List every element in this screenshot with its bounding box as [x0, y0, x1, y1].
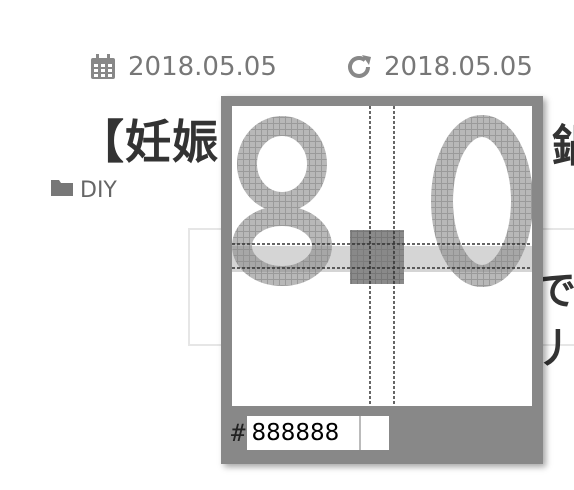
published-date-text: 2018.05.05	[128, 52, 277, 82]
refresh-icon	[344, 52, 374, 82]
category-link[interactable]: DIY	[50, 177, 117, 203]
zoom-preview	[232, 106, 532, 406]
folder-icon	[50, 177, 74, 203]
color-picker-magnifier[interactable]: #	[221, 96, 543, 464]
hex-value-row: #	[231, 416, 390, 450]
hash-symbol: #	[231, 419, 246, 447]
calendar-icon	[88, 52, 118, 82]
updated-date-text: 2018.05.05	[384, 52, 533, 82]
hex-color-input[interactable]	[247, 416, 360, 450]
post-title-tail: 鍋	[552, 110, 574, 174]
category-label: DIY	[80, 177, 117, 203]
color-swatch	[359, 416, 390, 450]
published-date: 2018.05.05	[88, 52, 277, 82]
updated-date: 2018.05.05	[344, 52, 533, 82]
